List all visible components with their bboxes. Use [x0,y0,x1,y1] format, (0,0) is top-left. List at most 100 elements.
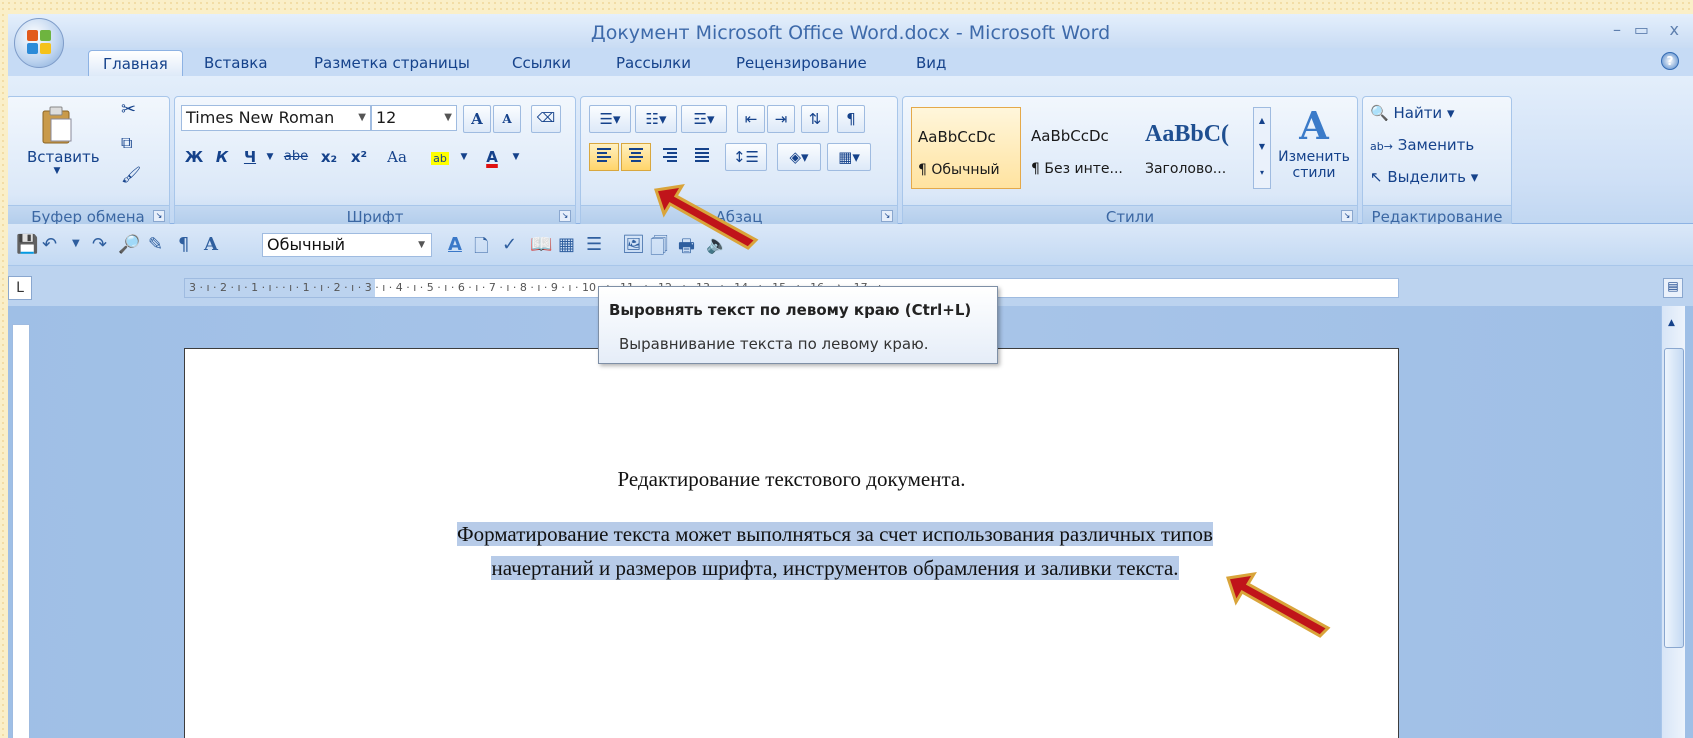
bold-button[interactable]: Ж [181,143,207,171]
replace-button[interactable]: ab→ Заменить [1369,131,1475,159]
document-page[interactable]: Редактирование текстового документа. Фор… [184,348,1399,738]
style-sample: AaBbC( [1145,121,1230,147]
undo-icon[interactable]: ↶ [42,234,57,255]
vertical-scrollbar[interactable]: ▲ [1661,306,1685,738]
shading-icon[interactable]: ◈▾ [777,143,821,171]
copy-icon[interactable]: ⧉ [121,133,132,153]
clear-formatting-icon[interactable]: ⌫ [531,105,561,133]
tab-review[interactable]: Рецензирование [736,54,867,72]
list-icon[interactable]: ☰ [586,234,602,255]
edit-icon[interactable]: ✎ [148,234,163,255]
paragraph-launcher-icon[interactable]: ↘ [881,210,893,222]
tab-mailings[interactable]: Рассылки [616,54,691,72]
font-group: Times New Roman ▼ 12 ▼ A A ⌫ Ж К Ч ▼ abe… [174,96,576,228]
paste-button[interactable]: Вставить ▼ [27,103,100,183]
quick-access-toolbar: 💾 ↶ ▼ ↷ 🔎 ✎ ¶ A Обычный ▼ A 🗋 ✓ 📖 ▦ ☰ 🖼 … [8,224,1693,266]
style-no-spacing[interactable]: AaBbCcDc ¶ Без инте... [1025,107,1135,189]
shrink-font-button[interactable]: A [493,105,521,133]
tab-page-layout[interactable]: Разметка страницы [314,54,470,72]
justify-icon [695,148,709,162]
chevron-down-icon[interactable]: ▼ [263,143,277,171]
minimize-button[interactable]: – [1613,20,1621,39]
line-spacing-icon[interactable]: ↕☰ [725,143,767,171]
office-logo-icon [27,30,53,56]
pointer-arrow-icon [654,184,759,250]
sort-icon[interactable]: ⇅ [801,105,829,133]
save-icon[interactable]: 💾 [16,234,38,255]
align-right-button[interactable] [655,143,685,171]
font-color-icon[interactable]: A [477,143,507,171]
office-button[interactable] [14,18,64,68]
decrease-indent-icon[interactable]: ⇤ [737,105,765,133]
italic-button[interactable]: К [209,143,235,171]
subscript-button[interactable]: x₂ [315,143,343,171]
superscript-button[interactable]: x² [345,143,373,171]
selected-text-line-2[interactable]: начертаний и размеров шрифта, инструмент… [491,556,1179,580]
style-icon[interactable]: A [448,234,462,255]
document-paragraph[interactable]: Форматирование текста может выполняться … [385,517,1285,585]
align-left-button[interactable] [589,143,619,171]
strikethrough-button[interactable]: abe [279,143,313,171]
change-styles-button[interactable]: A Изменить стили [1275,103,1353,181]
new-document-icon[interactable]: 🗋 [474,234,488,264]
tab-stop-selector[interactable]: L [8,276,32,300]
style-combo[interactable]: Обычный ▼ [262,233,432,257]
redo-icon[interactable]: ↷ [92,234,107,255]
picture-icon[interactable]: 🖼 [622,234,645,255]
clipboard-launcher-icon[interactable]: ↘ [153,210,165,222]
font-name-combo[interactable]: Times New Roman ▼ [181,105,371,131]
multilevel-list-icon[interactable]: ☲▾ [681,105,727,133]
view-ruler-icon[interactable]: ▤ [1663,278,1683,298]
chevron-down-icon[interactable]: ▼ [457,143,471,171]
ribbon: Вставить ▼ ✂ ⧉ 🖌 Буфер обмена ↘ Times Ne… [8,76,1693,228]
scroll-up-icon[interactable]: ▲ [1668,318,1675,328]
cut-icon[interactable]: ✂ [121,99,136,120]
style-normal[interactable]: AaBbCcDc ¶ Обычный [911,107,1021,189]
read-icon[interactable]: 📖 [530,234,552,255]
tab-view[interactable]: Вид [916,54,946,72]
help-icon[interactable]: ? [1661,52,1679,70]
bullets-icon[interactable]: ☰▾ [589,105,631,133]
font-icon[interactable]: A [204,234,218,255]
chevron-down-icon[interactable]: ▼ [72,238,80,249]
style-name: ¶ Обычный [918,162,1000,178]
tab-references[interactable]: Ссылки [512,54,571,72]
tab-home[interactable]: Главная [88,50,183,78]
vertical-ruler[interactable] [12,324,30,738]
format-painter-icon[interactable]: 🖌 [121,165,141,184]
grow-font-button[interactable]: A [463,105,491,133]
scroll-thumb[interactable] [1664,348,1684,648]
print-preview-icon[interactable]: 🔎 [118,234,140,255]
ribbon-tabs: Главная Вставка Разметка страницы Ссылки… [8,48,1693,78]
find-button[interactable]: 🔍 Найти ▾ [1369,99,1456,127]
restore-button[interactable]: ▭ [1634,20,1649,39]
change-case-button[interactable]: Aa [377,143,417,171]
font-size-combo[interactable]: 12 ▼ [371,105,457,131]
align-right-icon [663,148,677,162]
underline-button[interactable]: Ч [237,143,263,171]
highlight-icon[interactable]: ab [425,143,455,171]
justify-button[interactable] [687,143,717,171]
tab-insert[interactable]: Вставка [204,54,268,72]
document-heading[interactable]: Редактирование текстового документа. [185,467,1398,492]
numbering-icon[interactable]: ☷▾ [635,105,677,133]
style-sample: AaBbCcDc [918,128,996,146]
align-center-icon [629,148,643,162]
table-icon[interactable]: ▦ [558,234,575,255]
chevron-down-icon[interactable]: ▼ [509,143,523,171]
selected-text-line-1[interactable]: Форматирование текста может выполняться … [457,522,1213,546]
styles-launcher-icon[interactable]: ↘ [1341,210,1353,222]
spelling-icon[interactable]: ✓ [502,234,517,255]
style-heading[interactable]: AaBbC( Заголово... [1139,107,1249,189]
styles-scroll[interactable]: ▲ ▼ ▾ [1253,107,1271,189]
font-launcher-icon[interactable]: ↘ [559,210,571,222]
select-button[interactable]: ↖ Выделить ▾ [1369,163,1479,191]
select-label: Выделить [1387,168,1467,186]
borders-icon[interactable]: ▦▾ [827,143,871,171]
increase-indent-icon[interactable]: ⇥ [767,105,795,133]
close-button[interactable]: x [1670,20,1679,39]
align-center-button[interactable] [621,143,651,171]
pilcrow-icon[interactable]: ¶ [178,234,189,255]
pilcrow-icon[interactable]: ¶ [837,105,865,133]
word-window: Документ Microsoft Office Word.docx - Mi… [8,14,1693,738]
